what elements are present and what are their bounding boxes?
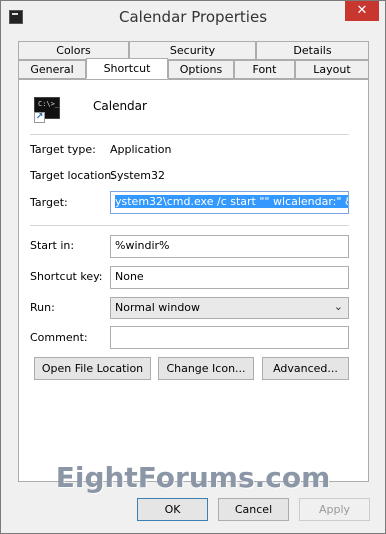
target-location-value: System32 bbox=[110, 169, 166, 182]
tab-layout[interactable]: Layout bbox=[295, 60, 369, 79]
title-bar[interactable]: Calendar Properties ✕ bbox=[1, 1, 385, 34]
tab-options[interactable]: Options bbox=[168, 60, 234, 79]
tab-general[interactable]: General bbox=[18, 60, 86, 79]
close-icon: ✕ bbox=[356, 3, 368, 18]
target-label: Target: bbox=[30, 196, 68, 209]
shortcut-name: Calendar bbox=[93, 99, 147, 113]
start-in-label: Start in: bbox=[30, 239, 75, 252]
shortcut-key-label: Shortcut key: bbox=[30, 270, 103, 283]
apply-button[interactable]: Apply bbox=[299, 498, 370, 521]
open-file-location-button[interactable]: Open File Location bbox=[34, 357, 151, 380]
chevron-down-icon: ⌄ bbox=[333, 300, 343, 313]
tab-shortcut[interactable]: Shortcut bbox=[86, 58, 168, 79]
advanced-button[interactable]: Advanced... bbox=[262, 357, 349, 380]
divider bbox=[30, 225, 349, 226]
comment-label: Comment: bbox=[30, 331, 88, 344]
window-title: Calendar Properties bbox=[118, 8, 268, 26]
shortcut-panel: C:\>_ ↗ Calendar Target type: Applicatio… bbox=[18, 79, 369, 482]
run-select[interactable]: Normal window ⌄ bbox=[110, 297, 349, 319]
tab-font[interactable]: Font bbox=[234, 60, 295, 79]
divider bbox=[30, 134, 349, 135]
shortcut-key-field[interactable]: None bbox=[110, 266, 349, 289]
properties-window: Calendar Properties ✕ Colors Security De… bbox=[0, 0, 386, 534]
watermark-logo: EightForums.com bbox=[55, 461, 331, 494]
ok-button[interactable]: OK bbox=[137, 498, 208, 521]
run-label: Run: bbox=[30, 301, 55, 314]
target-type-value: Application bbox=[110, 143, 172, 156]
close-button[interactable]: ✕ bbox=[345, 1, 379, 21]
shortcut-arrow-icon: ↗ bbox=[34, 112, 45, 123]
cancel-button[interactable]: Cancel bbox=[218, 498, 289, 521]
start-in-field[interactable]: %windir% bbox=[110, 235, 349, 258]
comment-field[interactable] bbox=[110, 326, 349, 349]
target-type-label: Target type: bbox=[30, 143, 96, 156]
tab-details[interactable]: Details bbox=[256, 41, 369, 60]
target-location-label: Target location: bbox=[30, 169, 115, 182]
change-icon-button[interactable]: Change Icon... bbox=[158, 357, 254, 380]
run-value: Normal window bbox=[115, 301, 201, 314]
target-field[interactable]: ystem32\cmd.exe /c start "" wlcalendar:"… bbox=[110, 191, 349, 214]
target-value: ystem32\cmd.exe /c start "" wlcalendar:"… bbox=[115, 195, 348, 208]
